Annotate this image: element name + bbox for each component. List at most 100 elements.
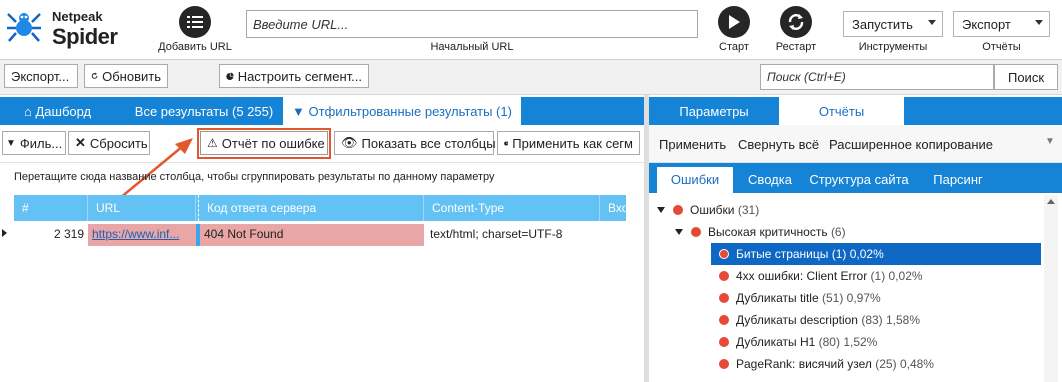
- spider-logo-icon: [7, 13, 41, 42]
- apply-action[interactable]: Применить: [659, 137, 726, 152]
- grid-header: # URL Код ответа сервера Content-Type Вх…: [14, 195, 626, 221]
- restart-button[interactable]: [780, 6, 812, 38]
- tab-filtered-label: Отфильтрованные результаты (1): [308, 104, 512, 119]
- chevron-down-icon: [657, 207, 665, 213]
- row-pointer-icon: [2, 229, 7, 237]
- subtab-errors[interactable]: Ошибки: [657, 167, 733, 193]
- tab-dashboard[interactable]: ⌂ Дашборд: [14, 97, 124, 125]
- chevron-down-icon: [675, 229, 683, 235]
- cell-status-code: 404 Not Found: [200, 224, 424, 246]
- refresh-button[interactable]: Обновить: [84, 64, 168, 88]
- filter-icon: ▼: [292, 104, 305, 119]
- tree-item-label: Битые страницы: [736, 247, 829, 261]
- collapse-all-action[interactable]: Свернуть всё: [738, 137, 819, 152]
- configure-segment-button[interactable]: Настроить сегмент...: [219, 64, 369, 88]
- play-icon: [729, 15, 740, 29]
- column-header-url[interactable]: URL: [88, 195, 196, 221]
- highlight-frame: [197, 128, 331, 159]
- tab-parameters[interactable]: Параметры: [649, 97, 779, 125]
- tree-item-duplicate-title[interactable]: Дубликаты title (51) 0,97%: [655, 287, 1041, 309]
- subtab-summary[interactable]: Сводка: [733, 167, 807, 193]
- start-label: Старт: [719, 41, 749, 53]
- tree-item-duplicate-description[interactable]: Дубликаты description (83) 1,58%: [655, 309, 1041, 331]
- tab-reports[interactable]: Отчёты: [779, 97, 904, 125]
- column-header-number[interactable]: #: [14, 195, 88, 221]
- filter-button[interactable]: ▼ Филь...: [2, 131, 66, 155]
- error-dot-icon: [719, 359, 729, 369]
- add-url-button[interactable]: [179, 6, 211, 38]
- refresh-icon: [91, 72, 98, 79]
- search-button[interactable]: Поиск: [994, 64, 1058, 90]
- column-header-status-code[interactable]: Код ответа сервера: [198, 195, 424, 221]
- start-button[interactable]: [718, 6, 750, 38]
- tree-node-label: Высокая критичность: [708, 225, 828, 239]
- scroll-up-icon[interactable]: [1047, 199, 1055, 204]
- close-icon: ✕: [75, 135, 86, 150]
- pie-chart-icon: [226, 72, 234, 80]
- tree-scrollbar[interactable]: [1044, 195, 1058, 382]
- reports-actions: Применить Свернуть всё Расширенное копир…: [649, 125, 1062, 163]
- tree-item-stat: (1) 0,02%: [870, 269, 923, 283]
- tree-item-broken-pages[interactable]: Битые страницы (1) 0,02%: [711, 243, 1041, 265]
- tree-node-errors[interactable]: Ошибки (31): [655, 199, 1041, 221]
- error-dot-icon: [719, 337, 729, 347]
- tree-item-stat: (25) 0,48%: [875, 357, 934, 371]
- show-all-columns-button[interactable]: 👁 Показать все столбцы: [334, 131, 496, 155]
- search-input[interactable]: Поиск (Ctrl+E): [760, 64, 994, 90]
- column-header-inlinks[interactable]: Вхо: [600, 195, 626, 221]
- reports-subtabs: Ошибки Сводка Структура сайта Парсинг: [649, 163, 1062, 193]
- reports-label: Отчёты: [982, 41, 1021, 53]
- tree-item-stat: (83) 1,58%: [861, 313, 921, 327]
- restart-label: Рестарт: [775, 41, 817, 53]
- home-icon: ⌂: [24, 104, 32, 119]
- overflow-menu-icon[interactable]: ▼: [1045, 136, 1055, 147]
- apply-as-segment-button[interactable]: Применить как сегм: [497, 131, 640, 155]
- tree-item-label: 4xx ошибки: Client Error: [736, 269, 868, 283]
- run-dropdown[interactable]: Запустить: [843, 11, 943, 37]
- tab-filtered-results[interactable]: ▼ Отфильтрованные результаты (1): [283, 97, 521, 125]
- tab-dashboard-label: Дашборд: [35, 104, 92, 119]
- chevron-down-icon: [928, 20, 936, 25]
- tree-item-pagerank-dangling[interactable]: PageRank: висячий узел (25) 0,48%: [655, 353, 1041, 375]
- results-tabs: ⌂ Дашборд Все результаты (5 255) ▼ Отфил…: [0, 97, 644, 125]
- export-dropdown-label: Экспорт: [962, 17, 1011, 32]
- group-by-hint: Перетащите сюда название столбца, чтобы …: [14, 171, 495, 183]
- filter-button-label: Филь...: [19, 135, 63, 151]
- refresh-button-label: Обновить: [102, 68, 161, 84]
- chevron-down-icon: [1035, 20, 1043, 25]
- cell-number: 2 319: [53, 227, 84, 241]
- tree-node-high-severity[interactable]: Высокая критичность (6): [655, 221, 1041, 243]
- error-dot-icon: [673, 205, 683, 215]
- logo-title-line2: Spider: [52, 24, 118, 49]
- subtab-parsing[interactable]: Парсинг: [919, 167, 997, 193]
- apply-as-segment-label: Применить как сегм: [512, 135, 633, 151]
- subtab-site-structure[interactable]: Структура сайта: [807, 167, 911, 193]
- add-url-label: Добавить URL: [158, 41, 232, 53]
- pie-chart-icon: [504, 140, 509, 145]
- tab-all-results[interactable]: Все результаты (5 255): [125, 97, 283, 125]
- export-dropdown[interactable]: Экспорт: [953, 11, 1050, 37]
- error-dot-icon: [719, 315, 729, 325]
- cell-url-link[interactable]: https://www.inf...: [88, 224, 196, 246]
- eye-icon: 👁: [341, 135, 358, 150]
- start-url-input[interactable]: Введите URL...: [246, 10, 698, 38]
- tree-item-duplicate-h1[interactable]: Дубликаты H1 (80) 1,52%: [655, 331, 1041, 353]
- cell-content-type: text/html; charset=UTF-8: [430, 227, 563, 241]
- export-button-label: Экспорт...: [11, 68, 70, 84]
- list-icon: [187, 16, 203, 28]
- tools-label: Инструменты: [858, 41, 928, 53]
- tree-item-label: Дубликаты H1: [736, 335, 816, 349]
- tree-item-stat: (51) 0,97%: [821, 291, 881, 305]
- export-button[interactable]: Экспорт...: [4, 64, 78, 88]
- error-dot-icon: [719, 249, 729, 259]
- table-row[interactable]: 2 319 https://www.inf... 404 Not Found t…: [14, 224, 626, 246]
- advanced-copy-action[interactable]: Расширенное копирование: [829, 137, 993, 152]
- tree-item-4xx[interactable]: 4xx ошибки: Client Error (1) 0,02%: [655, 265, 1041, 287]
- tree-node-count: (6): [830, 225, 846, 239]
- error-dot-icon: [719, 271, 729, 281]
- column-header-content-type[interactable]: Content-Type: [424, 195, 600, 221]
- run-dropdown-label: Запустить: [852, 17, 913, 32]
- tree-item-label: Дубликаты title: [736, 291, 819, 305]
- tree-item-label: Дубликаты description: [736, 313, 858, 327]
- configure-segment-label: Настроить сегмент...: [237, 68, 362, 84]
